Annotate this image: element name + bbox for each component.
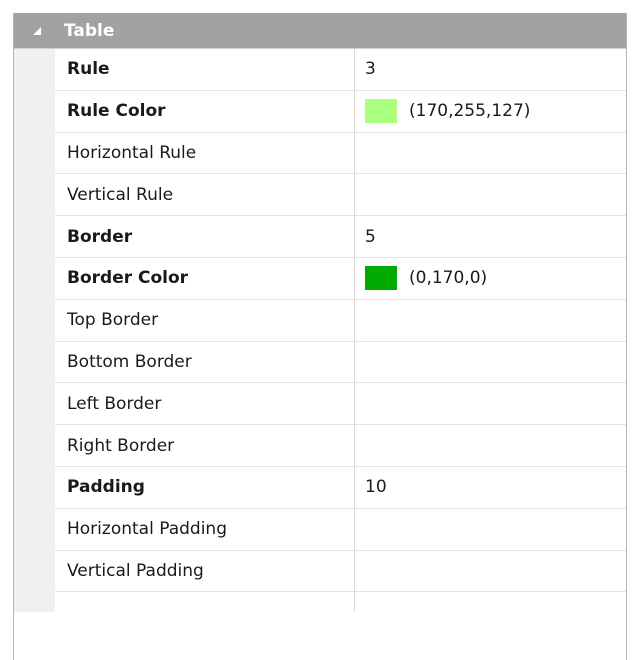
row-gutter bbox=[14, 132, 55, 175]
row-gutter bbox=[14, 90, 55, 133]
property-value[interactable] bbox=[355, 383, 626, 424]
property-value[interactable] bbox=[355, 174, 626, 215]
property-value[interactable] bbox=[355, 425, 626, 466]
property-name[interactable]: Left Border bbox=[55, 383, 355, 425]
color-swatch[interactable] bbox=[365, 266, 397, 291]
property-row-partial bbox=[14, 592, 626, 613]
property-value[interactable]: 5 bbox=[355, 216, 626, 257]
property-name[interactable]: Padding bbox=[55, 466, 355, 508]
row-gutter bbox=[14, 383, 55, 426]
property-value-text: (0,170,0) bbox=[409, 268, 488, 289]
property-row-vertical-rule[interactable]: Vertical Rule bbox=[14, 174, 626, 217]
property-value[interactable]: (170,255,127) bbox=[355, 91, 626, 132]
property-name[interactable]: Rule bbox=[55, 49, 355, 90]
property-value[interactable] bbox=[355, 551, 626, 592]
row-gutter bbox=[14, 216, 55, 258]
color-swatch[interactable] bbox=[365, 99, 397, 124]
row-gutter bbox=[14, 466, 55, 509]
property-row-rule-color[interactable]: Rule Color (170,255,127) bbox=[14, 90, 626, 133]
property-row-bottom-border[interactable]: Bottom Border bbox=[14, 341, 626, 384]
collapse-triangle-icon[interactable] bbox=[26, 20, 48, 42]
property-value-text: 3 bbox=[365, 59, 376, 80]
property-value[interactable] bbox=[355, 133, 626, 174]
property-name[interactable]: Top Border bbox=[55, 299, 355, 341]
row-gutter bbox=[14, 257, 55, 300]
property-row-border-color[interactable]: Border Color (0,170,0) bbox=[14, 257, 626, 300]
row-gutter bbox=[14, 49, 55, 91]
property-row-vertical-padding[interactable]: Vertical Padding bbox=[14, 550, 626, 593]
row-gutter bbox=[14, 299, 55, 342]
property-value-text: 10 bbox=[365, 477, 387, 498]
row-gutter bbox=[14, 508, 55, 551]
property-row-top-border[interactable]: Top Border bbox=[14, 299, 626, 342]
property-name[interactable]: Vertical Padding bbox=[55, 550, 355, 592]
property-value-text: 5 bbox=[365, 226, 376, 247]
property-name[interactable]: Border Color bbox=[55, 257, 355, 299]
property-value[interactable]: (0,170,0) bbox=[355, 258, 626, 299]
row-gutter bbox=[14, 550, 55, 593]
category-label: Table bbox=[64, 20, 115, 41]
property-row-horizontal-rule[interactable]: Horizontal Rule bbox=[14, 132, 626, 175]
property-rows: Rule 3 Rule Color (170,255,127) Horizont… bbox=[14, 49, 626, 613]
property-row-rule[interactable]: Rule 3 bbox=[14, 49, 626, 91]
row-gutter bbox=[14, 425, 55, 467]
property-row-left-border[interactable]: Left Border bbox=[14, 383, 626, 426]
property-name-empty bbox=[55, 592, 355, 613]
property-row-horizontal-padding[interactable]: Horizontal Padding bbox=[14, 508, 626, 551]
property-value[interactable] bbox=[355, 342, 626, 383]
row-gutter bbox=[14, 174, 55, 217]
property-value[interactable]: 10 bbox=[355, 467, 626, 508]
property-value[interactable] bbox=[355, 300, 626, 341]
property-name[interactable]: Horizontal Padding bbox=[55, 508, 355, 550]
property-name[interactable]: Horizontal Rule bbox=[55, 132, 355, 174]
property-value[interactable]: 3 bbox=[355, 49, 626, 90]
property-row-border[interactable]: Border 5 bbox=[14, 216, 626, 258]
property-name[interactable]: Bottom Border bbox=[55, 341, 355, 383]
property-row-right-border[interactable]: Right Border bbox=[14, 425, 626, 467]
property-name[interactable]: Vertical Rule bbox=[55, 174, 355, 216]
property-name[interactable]: Rule Color bbox=[55, 90, 355, 132]
property-grid: Table Rule 3 Rule Color (170,255,127) Ho… bbox=[13, 13, 627, 660]
property-row-padding[interactable]: Padding 10 bbox=[14, 466, 626, 509]
row-gutter bbox=[14, 341, 55, 384]
property-name[interactable]: Border bbox=[55, 216, 355, 257]
property-value-text: (170,255,127) bbox=[409, 101, 531, 122]
property-name[interactable]: Right Border bbox=[55, 425, 355, 466]
category-header-table[interactable]: Table bbox=[14, 13, 626, 49]
property-value[interactable] bbox=[355, 509, 626, 550]
row-gutter bbox=[14, 592, 55, 613]
